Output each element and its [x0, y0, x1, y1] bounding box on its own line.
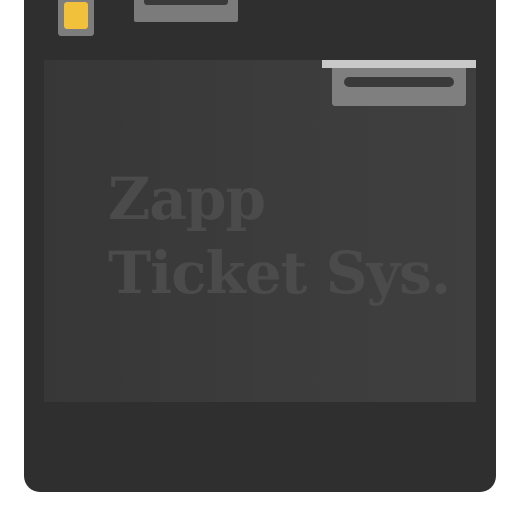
brand-line-2: Ticket Sys. [108, 239, 451, 307]
ticket-slot-opening [344, 77, 454, 87]
top-slot-opening [144, 0, 228, 5]
brand-text: Zapp Ticket Sys. [108, 162, 451, 310]
status-light-housing [58, 0, 94, 36]
ticket-edge [322, 60, 476, 68]
brand-line-1: Zapp [108, 165, 266, 233]
front-panel: Zapp Ticket Sys. [44, 60, 476, 402]
ticket-machine-body: Zapp Ticket Sys. [24, 0, 496, 492]
top-slot [134, 0, 238, 22]
status-light-icon [64, 2, 88, 29]
ticket-dispenser-slot[interactable] [332, 68, 466, 106]
ticket-machine-illustration: Zapp Ticket Sys. [0, 0, 518, 526]
